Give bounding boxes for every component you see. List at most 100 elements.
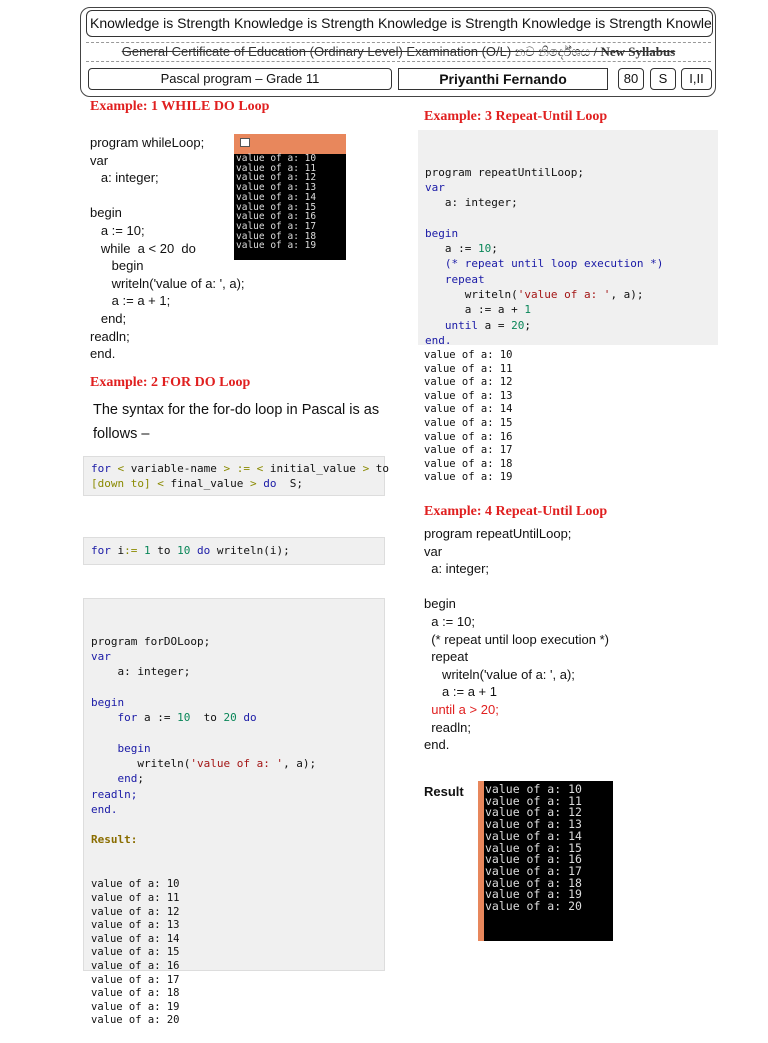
code-line: begin	[91, 741, 377, 756]
exam-name: General Certificate of Education (Ordina…	[121, 44, 590, 59]
result-line: value of a: 14	[91, 932, 180, 945]
code-box: 80	[618, 68, 644, 90]
result-line: value of a: 13	[424, 389, 513, 402]
code-token: var	[91, 649, 111, 663]
example4-terminal: value of a: 10 value of a: 11 value of a…	[478, 781, 613, 941]
code-token: 10	[177, 711, 191, 725]
code-token: 'value of a: '	[190, 756, 284, 770]
result-line: value of a: 16	[424, 430, 513, 443]
code-token: a =	[478, 318, 512, 332]
result-line: value of a: 18	[424, 457, 513, 470]
result-line: value of a: 18	[91, 987, 180, 1000]
code-line: ​	[91, 817, 377, 832]
result-output: value of a: 10 value of a: 11 value of a: …	[91, 878, 377, 1028]
result-line: value of a: 17	[424, 444, 513, 457]
code-body: program repeatUntilLoop; var a: integer;…	[424, 526, 609, 700]
code-line: for i:= 1 to 10 do writeln(i);	[91, 543, 377, 558]
code-token: do	[243, 711, 257, 725]
code-token: end	[117, 772, 138, 786]
exam-title: General Certificate of Education (Ordina…	[86, 42, 711, 62]
until-line: until a > 20;	[424, 701, 499, 717]
result-label: Result	[424, 784, 464, 799]
code-token: a :=	[425, 242, 478, 256]
code-line: begin	[91, 695, 377, 710]
code-token: end.	[91, 802, 118, 816]
code-token: writeln(	[425, 287, 518, 301]
code-end: readln; end.	[424, 719, 471, 753]
code-token: a := a +	[425, 303, 525, 317]
code-token: , a);	[283, 756, 317, 770]
code-token: for	[117, 711, 138, 725]
code-token: writeln(	[91, 756, 191, 770]
code-token: Result:	[91, 833, 138, 847]
code-token: , a);	[610, 287, 644, 301]
code-token: :=	[124, 544, 138, 557]
code-token: do	[197, 544, 211, 557]
author-box: Priyanthi Fernando	[398, 68, 608, 90]
code-token: variable-name	[124, 462, 224, 475]
code-token: initial_value	[263, 462, 363, 475]
code-token: a: integer;	[425, 196, 518, 210]
code-token: 20	[511, 318, 525, 332]
repeat-until-program: program repeatUntilLoop;var a: integer;​…	[418, 130, 718, 377]
code-line: var	[91, 649, 377, 664]
code-line: end.	[91, 802, 377, 817]
result-line: value of a: 10	[91, 878, 180, 891]
code-line: [down to] < final_value > do S;	[91, 476, 377, 491]
code-line: a: integer;	[425, 195, 711, 210]
result-line: value of a: 19	[91, 1000, 180, 1013]
for-do-program: program forDOLoop;var a: integer;​begin …	[83, 598, 385, 1026]
result-line: value of a: 13	[91, 919, 180, 932]
code-token: :=	[236, 462, 250, 475]
code-token: >	[249, 477, 257, 491]
code-line: for a := 10 to 20 do	[91, 710, 377, 725]
example1-terminal: value of a: 10 value of a: 11 value of a…	[234, 134, 346, 260]
result-line: value of a: 19	[424, 471, 513, 484]
code-line: ​	[425, 210, 711, 225]
code-line: writeln('value of a: ', a);	[91, 756, 377, 771]
code-token: [down to]	[91, 477, 151, 491]
terminal-window-icon	[240, 138, 250, 147]
code-line: a := 10;	[425, 241, 711, 256]
code-token: do	[263, 477, 277, 491]
example4-code: program repeatUntilLoop; var a: integer;…	[424, 525, 609, 754]
code-line: for < variable-name > := < initial_value…	[91, 461, 389, 476]
code-line: a: integer;	[91, 664, 377, 679]
code-token: program forDOLoop;	[91, 634, 211, 648]
code-token: 20	[223, 711, 237, 725]
code-line: ​	[91, 679, 377, 694]
code-token: 1	[524, 303, 531, 317]
code-token: until	[444, 318, 478, 332]
code-line: writeln('value of a: ', a);	[425, 287, 711, 302]
example1-code: program whileLoop; var a: integer; begin…	[90, 135, 245, 362]
code-token: for	[91, 462, 111, 475]
code-line: (* repeat until loop execution *)	[425, 256, 711, 271]
for-syntax-code: for < variable-name > := < initial_value…	[83, 456, 389, 496]
motto-banner: Knowledge is Strength Knowledge is Stren…	[86, 10, 713, 37]
code-line: program repeatUntilLoop;	[425, 165, 711, 180]
code-token: <	[157, 477, 164, 491]
code-line: end;	[91, 771, 377, 786]
code-token: S;	[276, 477, 303, 491]
example1-title: Example: 1 WHILE DO Loop	[90, 99, 270, 114]
example3-title: Example: 3 Repeat-Until Loop	[424, 109, 608, 124]
code-token: ;	[524, 318, 531, 332]
result-line: value of a: 11	[424, 362, 513, 375]
code-token: to	[150, 544, 178, 557]
repeat-until-result: value of a: 10 value of a: 11 value of a: …	[418, 345, 718, 485]
code-line: var	[425, 180, 711, 195]
code-token: a :=	[137, 711, 178, 725]
example2-title: Example: 2 FOR DO Loop	[90, 375, 251, 390]
code-token: 10	[177, 544, 191, 557]
result-line: value of a: 16	[91, 959, 180, 972]
code-token: 'value of a: '	[517, 287, 611, 301]
code-token: repeat	[444, 272, 485, 286]
code-token: to	[369, 462, 390, 475]
